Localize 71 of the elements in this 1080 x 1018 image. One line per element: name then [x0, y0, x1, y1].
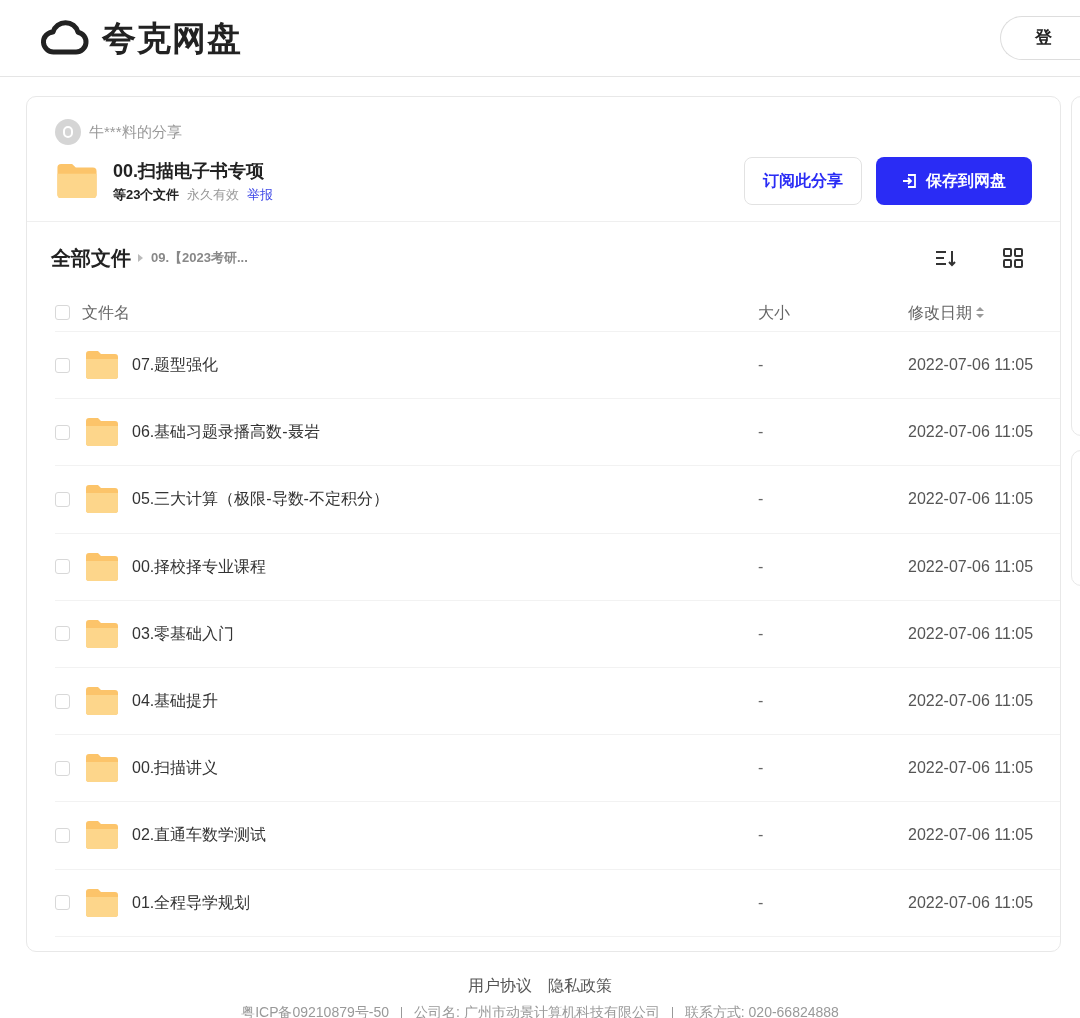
- file-name[interactable]: 01.全程导学规划: [132, 890, 758, 915]
- avatar-icon: [55, 119, 81, 145]
- folder-icon: [84, 483, 120, 516]
- checkbox[interactable]: [55, 626, 70, 642]
- modified-date: 2022-07-06 11:05: [908, 422, 1034, 443]
- footer-info: 联系方式: 020-66824888: [684, 1003, 839, 1018]
- footer-info: 粤ICP备09210879号-50: [241, 1003, 389, 1018]
- report-link[interactable]: 举报: [247, 184, 274, 205]
- file-name[interactable]: 04.基础提升: [132, 689, 758, 714]
- breadcrumb-current[interactable]: 09.【2023考研...: [151, 248, 248, 268]
- column-header[interactable]: 修改日期: [908, 300, 972, 325]
- sort-arrows-icon[interactable]: [976, 307, 984, 318]
- folder-icon: [84, 349, 120, 382]
- file-size: -: [758, 556, 765, 577]
- modified-date: 2022-07-06 11:05: [908, 892, 1034, 913]
- footer-link[interactable]: 用户协议: [468, 974, 532, 998]
- modified-date: 2022-07-06 11:05: [908, 758, 1034, 779]
- folder-icon: [84, 819, 120, 852]
- modified-date: 2022-07-06 11:05: [908, 623, 1034, 644]
- save-button[interactable]: 保存到网盘: [876, 157, 1032, 205]
- file-size: -: [758, 758, 765, 779]
- file-name[interactable]: 06.基础习题录播高数-聂岩: [132, 420, 758, 445]
- sort-icon[interactable]: [934, 248, 958, 268]
- folder-icon: [55, 161, 99, 201]
- checkbox[interactable]: [55, 895, 70, 911]
- modified-date: 2022-07-06 11:05: [908, 556, 1034, 577]
- validity: 永久有效: [187, 185, 240, 204]
- file-size: -: [758, 892, 765, 913]
- column-header: 文件名: [82, 302, 131, 323]
- logo-text: 夸克网盘: [102, 17, 242, 59]
- grid-view-icon[interactable]: [1002, 247, 1024, 269]
- file-name[interactable]: 03.零基础入门: [132, 621, 758, 646]
- modified-date: 2022-07-06 11:05: [908, 489, 1034, 510]
- checkbox[interactable]: [55, 424, 70, 440]
- breadcrumb-root[interactable]: 全部文件: [51, 243, 131, 273]
- folder-icon: [84, 416, 120, 449]
- save-icon: [902, 173, 918, 189]
- file-name[interactable]: 00.择校择专业课程: [132, 554, 758, 579]
- file-count: 等23个文件: [113, 185, 180, 204]
- folder-icon: [84, 685, 120, 718]
- file-size: -: [758, 355, 765, 376]
- checkbox[interactable]: [55, 305, 70, 320]
- checkbox[interactable]: [55, 357, 70, 373]
- folder-icon: [84, 886, 120, 919]
- checkbox[interactable]: [55, 827, 70, 843]
- file-size: -: [758, 623, 765, 644]
- share-title: 00.扫描电子书专项: [113, 159, 266, 183]
- folder-icon: [84, 550, 120, 583]
- modified-date: 2022-07-06 11:05: [908, 825, 1034, 846]
- checkbox[interactable]: [55, 693, 70, 709]
- checkbox[interactable]: [55, 491, 70, 507]
- checkbox[interactable]: [55, 559, 70, 575]
- file-name[interactable]: 00.扫描讲义: [132, 756, 758, 781]
- file-name[interactable]: 07.题型强化: [132, 353, 758, 378]
- cloud-logo-icon: [40, 20, 90, 56]
- column-header: 大小: [758, 302, 791, 323]
- file-size: -: [758, 691, 765, 712]
- footer-link[interactable]: 隐私政策: [548, 974, 612, 998]
- folder-icon: [84, 752, 120, 785]
- file-size: -: [758, 825, 765, 846]
- file-name[interactable]: 02.直通车数学测试: [132, 823, 758, 848]
- file-name[interactable]: 05.三大计算（极限-导数-不定积分）: [132, 487, 758, 512]
- file-size: -: [758, 422, 765, 443]
- folder-icon: [84, 617, 120, 650]
- subscribe-button[interactable]: 订阅此分享: [744, 157, 862, 205]
- owner-name: 牛***料的分享: [89, 121, 182, 142]
- checkbox[interactable]: [55, 760, 70, 776]
- modified-date: 2022-07-06 11:05: [908, 691, 1034, 712]
- file-size: -: [758, 489, 765, 510]
- chevron-icon: [137, 253, 145, 263]
- modified-date: 2022-07-06 11:05: [908, 355, 1034, 376]
